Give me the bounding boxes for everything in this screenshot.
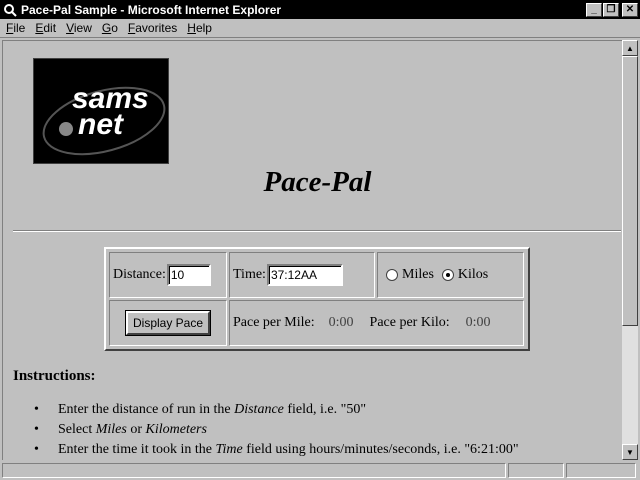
menu-bar: File Edit View Go Favorites Help [0,19,640,38]
minimize-button[interactable]: _ [586,2,602,17]
page-title: Pace-Pal [263,166,372,198]
ie-app-icon[interactable] [2,2,18,18]
scroll-thumb[interactable] [622,56,638,326]
scroll-down-icon[interactable]: ▼ [622,444,638,460]
close-button[interactable]: ✕ [622,2,638,17]
instructions-heading: Instructions: [13,368,96,384]
kilos-label: Kilos [457,267,489,282]
menu-help[interactable]: Help [181,21,216,35]
vertical-scrollbar[interactable]: ▲ ▼ [622,40,638,460]
list-item: • Enter the time it took in the Time fie… [34,442,519,457]
unit-cell: Miles Kilos [377,252,524,298]
distance-label: Distance: [113,267,166,282]
menu-edit[interactable]: Edit [29,21,60,35]
kilos-radio[interactable] [441,269,454,281]
window-title: Pace-Pal Sample - Microsoft Internet Exp… [21,2,282,17]
miles-radio[interactable] [386,269,398,281]
scroll-up-icon[interactable]: ▲ [622,40,638,56]
time-cell: Time: 37:12AA [229,252,375,298]
button-cell: Display Pace [109,300,227,346]
logo-line2: net [78,108,123,141]
pace-mile-value: 0:00 [328,315,354,330]
distance-input[interactable]: 10 [166,264,211,286]
radio-selected-dot [445,273,450,277]
display-pace-button[interactable]: Display Pace [125,311,211,335]
menu-favorites[interactable]: Favorites [122,21,181,35]
menu-view[interactable]: View [60,21,96,35]
status-bar [0,461,640,480]
pace-form-table: Distance: 10 Time: 37:12AA Miles Kilos D… [104,247,530,351]
list-item: • Enter the distance of run in the Dista… [34,402,367,417]
status-panel-2 [508,463,564,478]
status-text-panel [2,463,506,478]
miles-label: Miles [402,267,434,282]
status-zone-panel [566,463,636,478]
time-input[interactable]: 37:12AA [266,264,343,286]
time-label: Time: [233,267,266,282]
pace-output-cell: Pace per Mile: 0:00 Pace per Kilo: 0:00 [229,300,524,346]
menu-go[interactable]: Go [96,21,122,35]
pace-kilo-label: Pace per Kilo: [369,315,450,330]
distance-cell: Distance: 10 [109,252,227,298]
horizontal-rule [13,230,621,232]
title-bar: Pace-Pal Sample - Microsoft Internet Exp… [0,0,640,19]
list-item: • Select Miles or Kilometers [34,422,207,437]
sams-net-logo: sams net [33,58,169,164]
browser-content: sams net Pace-Pal Distance: 10 Time: 37:… [2,40,622,460]
pace-mile-label: Pace per Mile: [233,315,315,330]
instructions-list: • Enter the distance of run in the Dista… [34,400,519,460]
pace-kilo-value: 0:00 [465,315,491,330]
menu-file[interactable]: File [0,21,29,35]
restore-button[interactable]: ❐ [603,2,619,17]
